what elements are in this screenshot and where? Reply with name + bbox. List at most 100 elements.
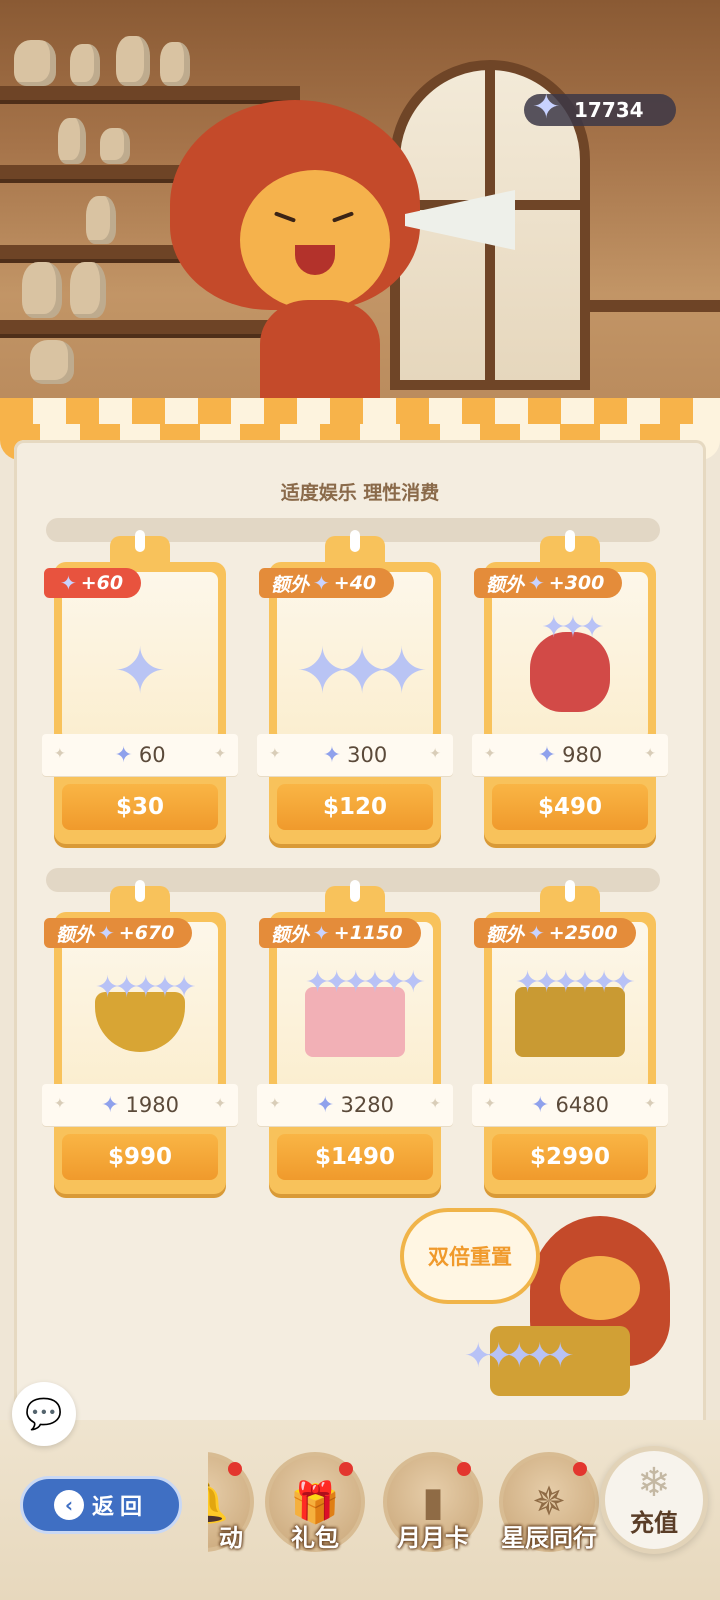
bonus-badge: ✦ +60 [44,568,142,598]
star-gem-icon: ✦ [528,921,545,945]
jar [160,42,190,86]
nav-label: 礼包 [291,1524,339,1552]
notification-dot [228,1462,242,1476]
sparkle-icon: ✦ [644,746,656,762]
star-gem-icon: ✦ [531,1092,550,1118]
double-reset-promo[interactable]: ✦✦✦✦✦ 双倍重置 [398,1196,698,1416]
card-hook [325,880,385,920]
price-button[interactable]: $2990 [492,1134,648,1180]
sparkle-icon: ✦ [429,1096,441,1112]
bonus-badge: 额外 ✦ +300 [474,568,623,598]
gem-pack-card[interactable]: ✦✦✦✦✦✦ 额外 ✦ +1150 ✦ ✦ 3280 ✦ $1490 [257,880,453,1194]
pack-art: ✦✦✦ [492,610,648,732]
gem-pile-icon: ✦✦✦✦✦ [464,1336,574,1376]
bonus-badge: 额外 ✦ +1150 [259,918,421,948]
star-gems-icon: ✦✦✦ [295,635,429,709]
star-gem-icon: ✦ [101,1092,120,1118]
gem-pack-card[interactable]: ✦✦✦ 额外 ✦ +300 ✦ ✦ 980 ✦ $490 [472,530,668,844]
nav-monthly-card[interactable]: ▮ 月月卡 [374,1452,492,1572]
sparkle-icon: ✦ [484,746,496,762]
pack-art: ✦ [62,612,218,732]
gem-bag-icon: ✦✦✦ [530,610,610,712]
nav-star-pass[interactable]: ✵ 星辰同行 [490,1452,608,1572]
badge-bonus: +1150 [333,922,403,944]
gem-amount: ✦ ✦ 3280 ✦ [257,1084,453,1126]
card-hook [110,880,170,920]
gem-pack-card[interactable]: ✦ ✦ +60 ✦ ✦ 60 ✦ $30 [42,530,238,844]
amount-value: 300 [347,743,388,767]
star-gem-icon: ✦ [322,742,342,768]
badge-prefix: 额外 [56,923,95,946]
amount-value: 60 [138,743,166,767]
notification-dot [573,1462,587,1476]
gem-chest-icon: ✦✦✦✦✦✦ [515,965,636,1057]
gem-amount: ✦ ✦ 6480 ✦ [472,1084,668,1126]
jar [86,196,116,244]
double-reset-label: 双倍重置 [400,1208,540,1304]
bonus-badge: 额外 ✦ +670 [44,918,193,948]
gem-pack-card[interactable]: ✦✦✦✦✦✦ 额外 ✦ +2500 ✦ ✦ 6480 ✦ $2990 [472,880,668,1194]
notification-dot [457,1462,471,1476]
back-label: 返回 [91,1495,148,1520]
back-button[interactable]: ‹ 返回 [20,1476,182,1534]
badge-prefix: 额外 [486,573,525,596]
gem-chalice-icon: ✦✦✦✦✦ [95,970,197,1052]
pack-art: ✦✦✦✦✦✦ [492,962,648,1082]
recharge-button[interactable]: ❄ 充值 [600,1446,708,1554]
gem-balance[interactable]: ✦ 17734 [524,90,676,126]
sparkle-icon: ✦ [214,746,226,762]
badge-bonus: +60 [80,572,124,594]
star-gem-icon: ✦ [532,87,561,127]
jar [70,262,106,318]
gem-amount: ✦ ✦ 1980 ✦ [42,1084,238,1126]
jar [14,40,56,86]
sparkle-icon: ✦ [484,1096,496,1112]
nav-event[interactable]: 🔔 动 [208,1452,254,1572]
back-arrow-icon: ‹ [53,1490,84,1520]
sparkle-icon: ✦ [54,746,66,762]
sparkle-icon: ✦ [269,746,281,762]
card-hook [325,530,385,570]
price-button[interactable]: $30 [62,784,218,830]
gem-pack-card[interactable]: ✦✦✦ 额外 ✦ +40 ✦ ✦ 300 ✦ $120 [257,530,453,844]
badge-bonus: +40 [333,572,377,594]
badge-bonus: +300 [548,572,605,594]
jar [58,118,86,164]
sparkle-icon: ✦ [429,746,441,762]
gem-amount: ✦ ✦ 980 ✦ [472,734,668,776]
badge-prefix: 额外 [271,923,310,946]
price-button[interactable]: $1490 [277,1134,433,1180]
recharge-label: 充值 [630,1508,678,1537]
shop-banner [0,0,720,420]
star-gem-icon: ✦ [537,742,557,768]
price-button[interactable]: $120 [277,784,433,830]
star-gem-icon: ✦ [98,921,115,945]
pack-art: ✦✦✦✦✦✦ [277,962,433,1082]
notification-dot [339,1462,353,1476]
nav-label: 动 [219,1524,243,1552]
price-button[interactable]: $490 [492,784,648,830]
nav-label: 星辰同行 [501,1524,597,1552]
sparkle-icon: ✦ [269,1096,281,1112]
badge-prefix: 额外 [271,573,310,596]
sparkle-icon: ✦ [644,1096,656,1112]
card-hook [110,530,170,570]
nav-label: 月月卡 [397,1524,469,1552]
bonus-badge: 额外 ✦ +2500 [474,918,636,948]
moderation-notice: 适度娱乐 理性消费 [280,482,440,504]
jar [22,262,62,318]
star-gem-icon: ✦ [60,571,77,595]
shelf [590,300,720,312]
star-gem-icon: ✦ [114,742,133,768]
nav-gift-pack[interactable]: 🎁 礼包 [256,1452,374,1572]
star-gem-icon: ✦ [528,571,545,595]
gem-pack-card[interactable]: ✦✦✦✦✦ 额外 ✦ +670 ✦ ✦ 1980 ✦ $990 [42,880,238,1194]
price-button[interactable]: $990 [62,1134,218,1180]
star-gem-icon: ✦ [113,635,167,709]
gem-amount: ✦ ✦ 60 ✦ [42,734,238,776]
jar [70,44,100,86]
chat-button[interactable]: 💬 [12,1382,76,1446]
jar [116,36,150,86]
card-hook [540,880,600,920]
badge-bonus: +670 [118,922,175,944]
